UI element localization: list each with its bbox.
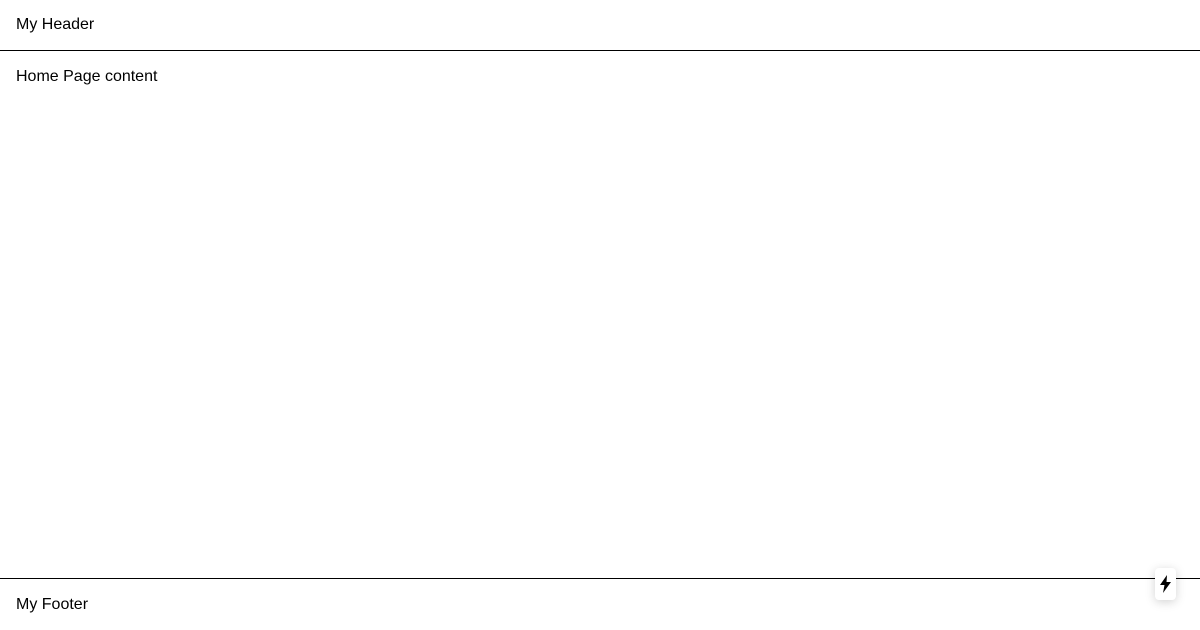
site-footer: My Footer [0,578,1200,630]
lightning-bolt-icon [1160,575,1171,593]
site-header: My Header [0,0,1200,51]
main-content: Home Page content [0,51,1200,578]
dev-indicator-button[interactable] [1155,568,1176,600]
header-title: My Header [16,16,95,33]
page: My Header Home Page content My Footer [0,0,1200,630]
home-page-content: Home Page content [16,68,158,85]
footer-text: My Footer [16,595,89,613]
